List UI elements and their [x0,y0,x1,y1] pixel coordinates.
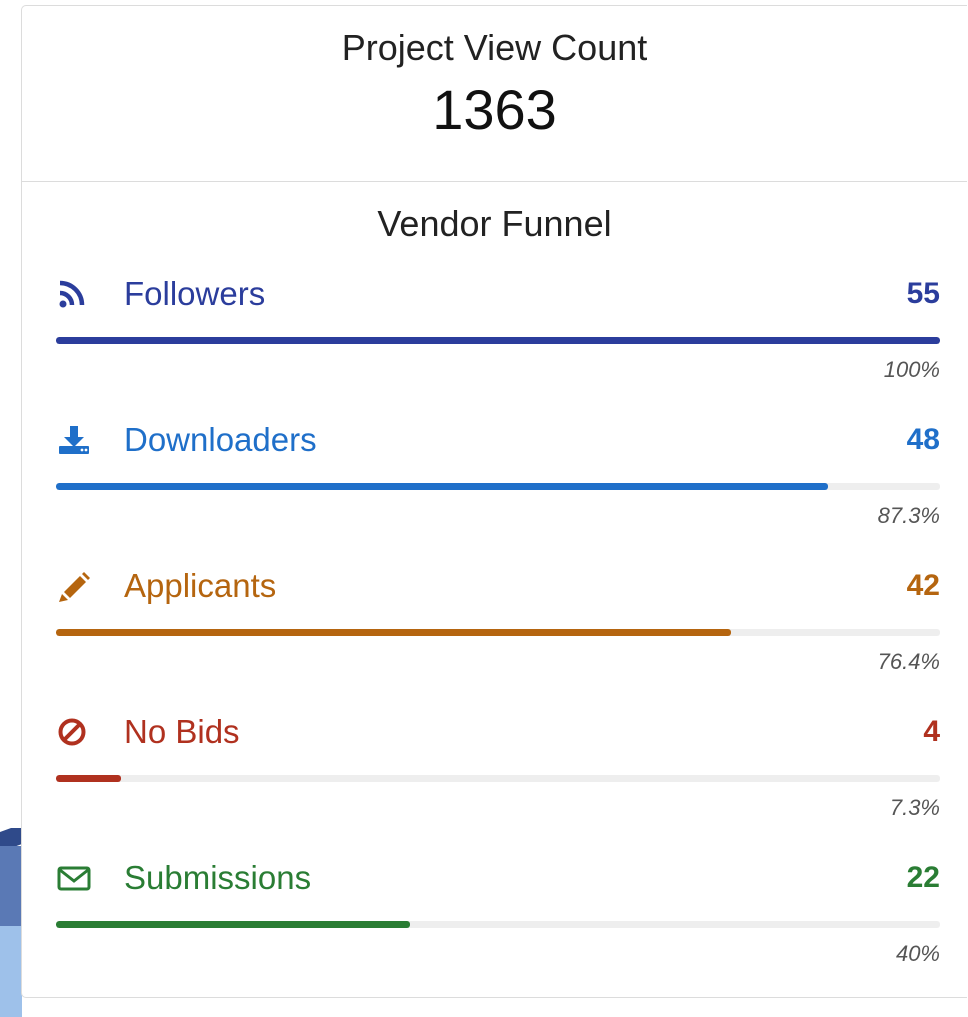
funnel-row-applicants[interactable]: Applicants 42 76.4% [56,556,940,702]
stats-card: Project View Count 1363 Vendor Funnel Fo… [21,5,967,998]
funnel-row-label: Submissions [124,859,312,896]
progress-track [56,629,940,636]
funnel-list: Followers 55 100% Downloaders 48 87.3% A… [22,264,967,994]
funnel-row-submissions[interactable]: Submissions 22 40% [56,848,940,994]
funnel-row-downloaders[interactable]: Downloaders 48 87.3% [56,410,940,556]
progress-fill [56,483,828,490]
funnel-row-label: Downloaders [124,421,317,458]
background-decoration [0,828,22,1017]
funnel-row-followers[interactable]: Followers 55 100% [56,264,940,410]
progress-fill [56,337,940,344]
view-count-section: Project View Count 1363 [22,6,967,182]
funnel-row-label: Followers [124,275,266,312]
ban-icon [56,714,96,750]
funnel-row-percent: 76.4% [877,649,940,674]
funnel-title: Vendor Funnel [377,203,612,244]
progress-fill [56,775,121,782]
funnel-row-value: 48 [906,423,940,456]
funnel-row-percent: 100% [883,357,940,382]
progress-fill [56,629,732,636]
rss-icon [56,276,96,312]
envelope-icon [56,860,96,896]
view-count-label: Project View Count [341,27,648,68]
funnel-row-no-bids[interactable]: No Bids 4 7.3% [56,702,940,848]
progress-track [56,921,940,928]
pencil-icon [56,568,96,604]
funnel-row-value: 4 [923,715,940,748]
progress-track [56,775,940,782]
progress-fill [56,921,410,928]
funnel-row-value: 42 [906,569,940,602]
funnel-row-percent: 40% [895,941,940,966]
funnel-row-percent: 7.3% [889,795,940,820]
view-count-value: 1363 [432,78,557,141]
progress-track [56,337,940,344]
progress-track [56,483,940,490]
funnel-row-label: Applicants [124,567,277,604]
funnel-row-value: 22 [906,861,940,894]
download-icon [56,422,96,458]
funnel-row-percent: 87.3% [877,503,940,528]
funnel-row-label: No Bids [124,713,240,750]
funnel-row-value: 55 [906,277,940,310]
